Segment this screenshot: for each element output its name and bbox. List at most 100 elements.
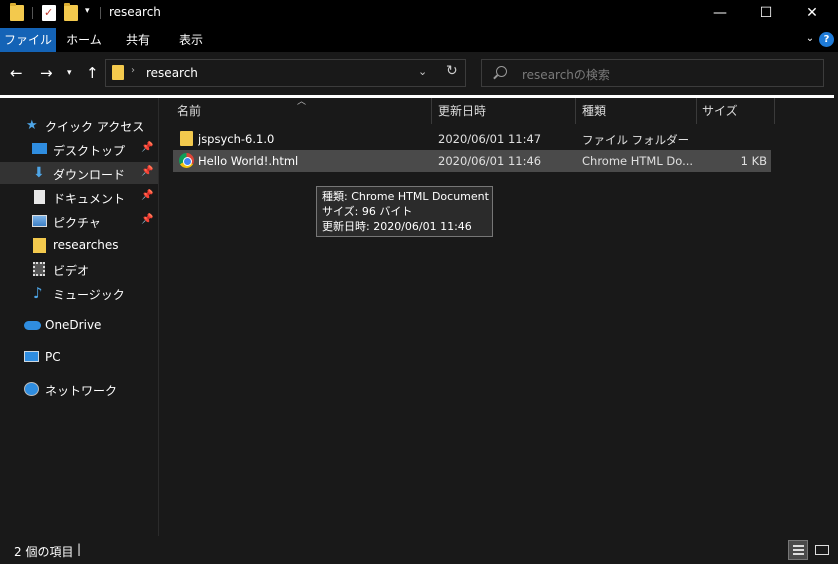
- file-list: ︿ 名前 更新日時 種類 サイズ jspsych-6.1.0 2020/06/0…: [159, 97, 838, 536]
- folder-icon: [33, 238, 46, 253]
- sidebar-item-network[interactable]: ネットワーク: [0, 378, 158, 400]
- pin-icon[interactable]: 📌: [141, 190, 153, 201]
- large-icons-view-icon: [815, 545, 829, 555]
- star-icon: ★: [26, 118, 38, 133]
- chevron-down-icon[interactable]: ⌄: [418, 65, 427, 78]
- tab-share[interactable]: 共有: [112, 28, 164, 52]
- maximize-button[interactable]: ☐: [743, 0, 789, 28]
- file-tooltip: 種類: Chrome HTML Document サイズ: 96 バイト 更新日…: [316, 186, 493, 237]
- sidebar-item-researches[interactable]: researches: [0, 234, 158, 256]
- column-separator[interactable]: [575, 98, 576, 124]
- separator: [32, 7, 33, 19]
- sidebar-item-label: ドキュメント: [53, 192, 126, 206]
- file-size: 1 KB: [740, 154, 767, 168]
- column-header-size[interactable]: サイズ: [702, 102, 738, 119]
- sidebar-item-label: クイック アクセス: [45, 120, 145, 134]
- tooltip-size: サイズ: 96 バイト: [322, 205, 413, 218]
- properties-icon[interactable]: [42, 5, 56, 21]
- item-count: 2 個の項目: [14, 545, 74, 559]
- separator: [100, 7, 101, 19]
- file-modified: 2020/06/01 11:46: [438, 154, 542, 168]
- column-separator[interactable]: [696, 98, 697, 124]
- status-separator: |: [77, 542, 82, 556]
- address-bar[interactable]: › research ⌄ ↻: [105, 59, 466, 87]
- sidebar-item-label: PC: [45, 350, 61, 364]
- refresh-icon[interactable]: ↻: [446, 63, 458, 79]
- folder-icon: [180, 131, 193, 146]
- tooltip-modified: 更新日時: 2020/06/01 11:46: [322, 220, 472, 233]
- search-icon: [496, 66, 507, 77]
- search-placeholder: researchの検索: [522, 68, 610, 82]
- column-separator[interactable]: [431, 98, 432, 124]
- sidebar-item-quick-access[interactable]: ★ クイック アクセス: [0, 114, 158, 136]
- sidebar-item-music[interactable]: ♪ ミュージック: [0, 282, 158, 304]
- tooltip-type: 種類: Chrome HTML Document: [322, 190, 489, 203]
- tab-view[interactable]: 表示: [164, 28, 218, 52]
- close-button[interactable]: ✕: [789, 0, 835, 28]
- pin-icon[interactable]: 📌: [141, 142, 153, 153]
- chevron-right-icon[interactable]: ›: [131, 65, 135, 76]
- column-separator[interactable]: [774, 98, 775, 124]
- network-icon: [24, 382, 39, 396]
- address-path[interactable]: research: [146, 66, 198, 80]
- file-type: Chrome HTML Do...: [582, 154, 692, 168]
- desktop-icon: [32, 143, 47, 154]
- minimize-button[interactable]: —: [697, 0, 743, 28]
- large-icons-view-button[interactable]: [812, 540, 832, 560]
- folder-icon: [112, 65, 124, 80]
- pc-icon: [24, 351, 39, 362]
- file-name: jspsych-6.1.0: [198, 132, 275, 146]
- sidebar-item-label: ビデオ: [53, 264, 90, 278]
- sidebar-item-desktop[interactable]: デスクトップ 📌: [0, 138, 158, 160]
- video-icon: [33, 262, 45, 276]
- cloud-icon: [24, 321, 41, 330]
- sidebar-item-label: ダウンロード: [53, 168, 126, 182]
- window-title: research: [109, 5, 161, 19]
- download-icon: ⬇: [33, 165, 45, 181]
- chrome-icon: [179, 153, 194, 168]
- customize-quick-access-icon[interactable]: ▾: [85, 6, 90, 16]
- pin-icon[interactable]: 📌: [141, 166, 153, 177]
- tab-file[interactable]: ファイル: [0, 28, 56, 52]
- new-folder-icon[interactable]: [64, 3, 78, 21]
- folder-icon[interactable]: [10, 3, 24, 21]
- status-bar: 2 個の項目 |: [0, 536, 838, 564]
- document-icon: [34, 190, 45, 204]
- sidebar-item-label: ピクチャ: [53, 216, 101, 230]
- tab-home[interactable]: ホーム: [56, 28, 112, 52]
- ribbon-tabs: ファイル ホーム 共有 表示 ⌄ ?: [0, 28, 838, 52]
- search-input[interactable]: researchの検索: [481, 59, 824, 87]
- sidebar-item-pc[interactable]: PC: [0, 346, 158, 368]
- file-name: Hello World!.html: [198, 154, 299, 168]
- sidebar-item-downloads[interactable]: ⬇ ダウンロード 📌: [0, 162, 158, 184]
- details-view-icon: [793, 545, 804, 556]
- column-header-name[interactable]: 名前: [177, 102, 201, 119]
- music-icon: ♪: [33, 284, 43, 302]
- sidebar-item-pictures[interactable]: ピクチャ 📌: [0, 210, 158, 232]
- picture-icon: [32, 215, 47, 227]
- sidebar-item-label: ネットワーク: [45, 384, 118, 398]
- up-arrow-icon[interactable]: ↑: [86, 64, 99, 82]
- navigation-pane: ★ クイック アクセス デスクトップ 📌 ⬇ ダウンロード 📌 ドキュメント 📌…: [0, 98, 158, 536]
- file-row[interactable]: jspsych-6.1.0 2020/06/01 11:47 ファイル フォルダ…: [173, 128, 771, 150]
- sidebar-item-label: OneDrive: [45, 318, 102, 332]
- sidebar-item-label: ミュージック: [53, 288, 125, 302]
- column-header-type[interactable]: 種類: [582, 102, 606, 119]
- column-header-modified[interactable]: 更新日時: [438, 102, 486, 119]
- sidebar-item-label: researches: [53, 238, 119, 252]
- navigation-bar: ← → ▾ ↑ › research ⌄ ↻ researchの検索: [0, 52, 838, 94]
- sort-ascending-icon: ︿: [297, 97, 307, 107]
- sidebar-item-documents[interactable]: ドキュメント 📌: [0, 186, 158, 208]
- back-arrow-icon[interactable]: ←: [10, 64, 23, 82]
- expand-ribbon-icon[interactable]: ⌄: [802, 31, 818, 47]
- help-icon[interactable]: ?: [819, 32, 834, 47]
- pin-icon[interactable]: 📌: [141, 214, 153, 225]
- details-view-button[interactable]: [788, 540, 808, 560]
- file-row[interactable]: Hello World!.html 2020/06/01 11:46 Chrom…: [173, 150, 771, 172]
- sidebar-item-onedrive[interactable]: OneDrive: [0, 314, 158, 336]
- sidebar-item-label: デスクトップ: [53, 144, 126, 158]
- recent-locations-icon[interactable]: ▾: [67, 64, 72, 82]
- forward-arrow-icon[interactable]: →: [40, 64, 53, 82]
- file-modified: 2020/06/01 11:47: [438, 132, 542, 146]
- sidebar-item-videos[interactable]: ビデオ: [0, 258, 158, 280]
